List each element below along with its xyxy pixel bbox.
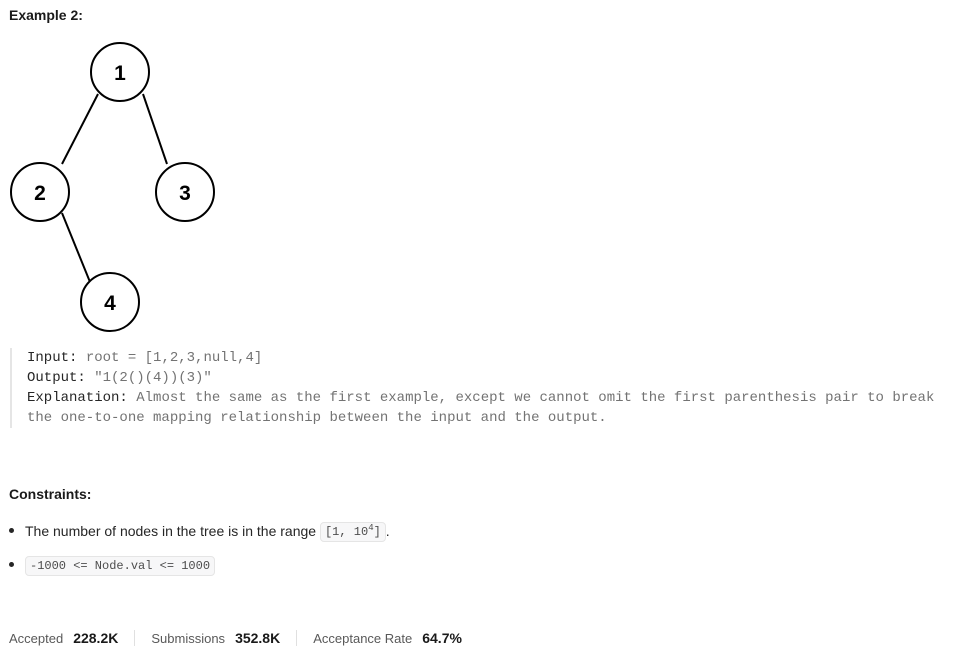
constraint-range-code: [1, 104] — [319, 522, 386, 543]
stat-submissions: Submissions 352.8K — [151, 630, 280, 646]
constraints-list: The number of nodes in the tree is in th… — [8, 518, 390, 586]
bullet-icon — [9, 528, 14, 533]
constraint-item: -1000 <= Node.val <= 1000 — [8, 552, 390, 578]
explanation-value: Almost the same as the first example, ex… — [27, 390, 935, 426]
binary-tree-svg: 1 2 3 4 — [10, 42, 215, 332]
stat-accepted: Accepted 228.2K — [9, 630, 118, 646]
constraint-item: The number of nodes in the tree is in th… — [8, 518, 390, 544]
output-value: "1(2()(4))(3)" — [94, 370, 212, 386]
constraint-period: . — [385, 523, 390, 539]
stat-label: Submissions — [151, 631, 226, 646]
constraint-value-code: -1000 <= Node.val <= 1000 — [25, 556, 216, 577]
stat-divider — [296, 630, 298, 646]
input-label: Input: — [27, 350, 78, 366]
stat-value: 228.2K — [73, 630, 119, 646]
explanation-line: Explanation: Almost the same as the firs… — [27, 388, 947, 428]
example-title: Example 2: — [9, 7, 83, 23]
stat-value: 352.8K — [235, 630, 281, 646]
constraints-title: Constraints: — [9, 486, 92, 502]
submission-stats: Accepted 228.2K Submissions 352.8K Accep… — [9, 630, 462, 646]
code-suffix: ] — [373, 525, 381, 540]
tree-node-right: 3 — [155, 162, 215, 222]
tree-node-label: 3 — [179, 182, 191, 205]
edge-1-3 — [142, 93, 168, 165]
tree-node-root: 1 — [90, 42, 150, 102]
input-value: root = [1,2,3,null,4] — [85, 350, 263, 366]
tree-node-label: 1 — [114, 62, 126, 85]
tree-node-left-right: 4 — [80, 272, 140, 332]
input-line: Input: root = [1,2,3,null,4] — [27, 348, 958, 368]
constraint-text: The number of nodes in the tree is in th… — [25, 523, 317, 539]
bullet-icon — [9, 562, 14, 567]
binary-tree-diagram: 1 2 3 4 — [0, 30, 240, 340]
edge-1-2 — [61, 93, 99, 165]
example-io-block: Input: root = [1,2,3,null,4] Output: "1(… — [10, 348, 958, 428]
edge-2-4 — [61, 212, 91, 283]
output-line: Output: "1(2()(4))(3)" — [27, 368, 958, 388]
stat-label: Accepted — [9, 631, 64, 646]
stat-divider — [134, 630, 136, 646]
tree-node-label: 4 — [104, 292, 116, 315]
stat-label: Acceptance Rate — [313, 631, 413, 646]
output-label: Output: — [27, 370, 86, 386]
code-prefix: [1, 10 — [324, 525, 369, 540]
tree-node-label: 2 — [34, 182, 46, 205]
tree-node-left: 2 — [10, 162, 70, 222]
stat-acceptance-rate: Acceptance Rate 64.7% — [313, 630, 462, 646]
explanation-label: Explanation: — [27, 390, 128, 406]
stat-value: 64.7% — [422, 630, 462, 646]
